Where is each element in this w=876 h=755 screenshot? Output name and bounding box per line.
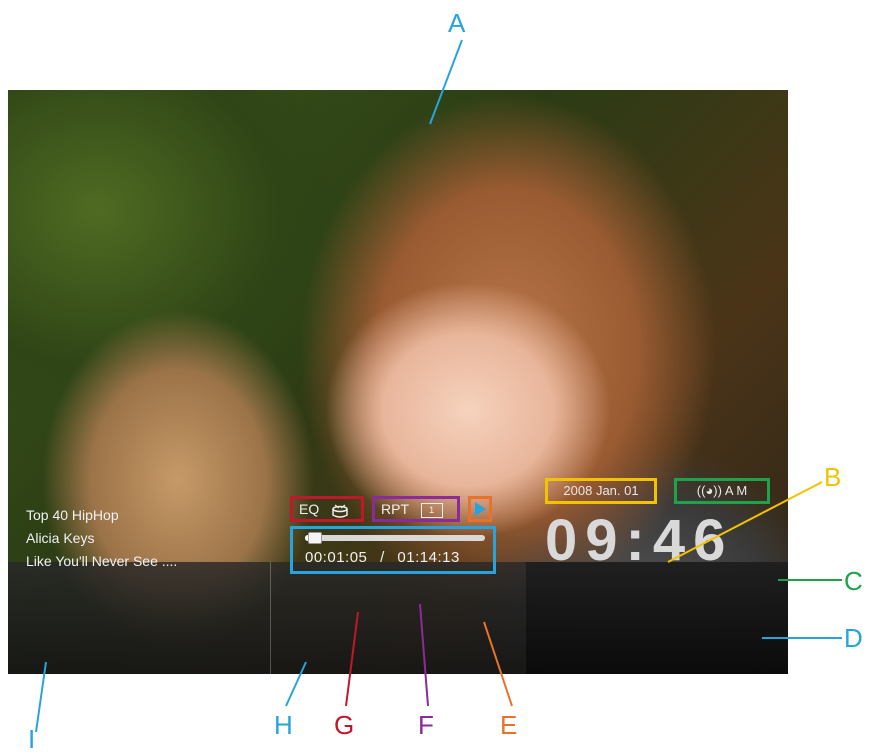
callout-a: A xyxy=(448,8,466,38)
callout-c: C xyxy=(844,566,863,596)
leader-line-b xyxy=(667,481,823,563)
leader-line-h xyxy=(285,661,307,707)
callout-g: G xyxy=(334,710,355,740)
callout-d: D xyxy=(844,623,863,653)
leader-line-i xyxy=(35,661,47,733)
callout-e: E xyxy=(500,710,518,740)
leader-line-e xyxy=(483,621,513,707)
leader-line-a xyxy=(429,39,463,125)
callout-f: F xyxy=(418,710,434,740)
callout-lines xyxy=(35,39,842,733)
leader-line-g xyxy=(345,611,359,707)
callout-b: B xyxy=(824,462,842,492)
callout-i: I xyxy=(28,724,36,754)
callout-h: H xyxy=(274,710,293,740)
leader-line-f xyxy=(419,603,429,707)
